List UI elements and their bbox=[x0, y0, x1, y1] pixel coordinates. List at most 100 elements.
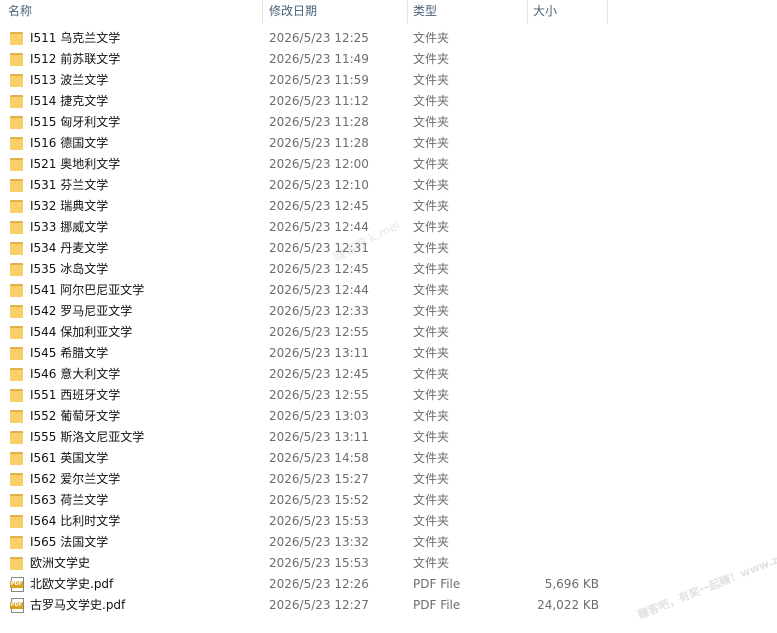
file-row[interactable]: I563 荷兰文学 2026/5/23 15:52 文件夹 bbox=[0, 490, 777, 511]
folder-icon bbox=[10, 388, 25, 403]
file-size bbox=[527, 364, 599, 385]
file-name: I546 意大利文学 bbox=[30, 367, 121, 381]
file-row[interactable]: PDF 北欧文学史.pdf 2026/5/23 12:26 PDF File 5,696… bbox=[0, 574, 777, 595]
file-row[interactable]: I555 斯洛文尼亚文学 2026/5/23 13:11 文件夹 bbox=[0, 427, 777, 448]
file-row[interactable]: I565 法国文学 2026/5/23 13:32 文件夹 bbox=[0, 532, 777, 553]
file-date: 2026/5/23 13:11 bbox=[269, 346, 369, 360]
file-row[interactable]: I521 奥地利文学 2026/5/23 12:00 文件夹 bbox=[0, 154, 777, 175]
file-name: I542 罗马尼亚文学 bbox=[30, 304, 133, 318]
folder-icon bbox=[10, 178, 25, 193]
file-row[interactable]: I561 英国文学 2026/5/23 14:58 文件夹 bbox=[0, 448, 777, 469]
file-size bbox=[527, 385, 599, 406]
file-name: I512 前苏联文学 bbox=[30, 52, 121, 66]
file-name: I551 西班牙文学 bbox=[30, 388, 121, 402]
column-header-type[interactable]: 类型 bbox=[407, 0, 527, 24]
column-divider[interactable] bbox=[607, 0, 608, 24]
file-row[interactable]: I541 阿尔巴尼亚文学 2026/5/23 12:44 文件夹 bbox=[0, 280, 777, 301]
file-size bbox=[527, 280, 599, 301]
folder-icon bbox=[10, 304, 25, 319]
folder-icon bbox=[10, 451, 25, 466]
file-row[interactable]: I514 捷克文学 2026/5/23 11:12 文件夹 bbox=[0, 91, 777, 112]
file-date: 2026/5/23 11:28 bbox=[269, 115, 369, 129]
file-name: 北欧文学史.pdf bbox=[30, 577, 114, 591]
file-size bbox=[527, 196, 599, 217]
file-size bbox=[527, 112, 599, 133]
file-row[interactable]: I515 匈牙利文学 2026/5/23 11:28 文件夹 bbox=[0, 112, 777, 133]
folder-icon bbox=[10, 115, 25, 130]
file-date: 2026/5/23 12:44 bbox=[269, 220, 369, 234]
file-date: 2026/5/23 12:26 bbox=[269, 577, 369, 591]
file-name: I534 丹麦文学 bbox=[30, 241, 109, 255]
folder-icon bbox=[10, 241, 25, 256]
file-size: 5,696 KB bbox=[544, 577, 599, 591]
file-row[interactable]: I512 前苏联文学 2026/5/23 11:49 文件夹 bbox=[0, 49, 777, 70]
file-row[interactable]: I562 爱尔兰文学 2026/5/23 15:27 文件夹 bbox=[0, 469, 777, 490]
folder-icon bbox=[10, 199, 25, 214]
folder-icon bbox=[10, 283, 25, 298]
file-name: I531 芬兰文学 bbox=[30, 178, 109, 192]
file-size bbox=[527, 301, 599, 322]
file-name: I532 瑞典文学 bbox=[30, 199, 109, 213]
file-row[interactable]: I544 保加利亚文学 2026/5/23 12:55 文件夹 bbox=[0, 322, 777, 343]
file-size bbox=[527, 343, 599, 364]
file-row[interactable]: I552 葡萄牙文学 2026/5/23 13:03 文件夹 bbox=[0, 406, 777, 427]
file-row[interactable]: 欧洲文学史 2026/5/23 15:53 文件夹 bbox=[0, 553, 777, 574]
file-date: 2026/5/23 14:58 bbox=[269, 451, 369, 465]
file-size bbox=[527, 238, 599, 259]
file-type: 文件夹 bbox=[413, 472, 450, 486]
file-size bbox=[527, 427, 599, 448]
file-row[interactable]: I511 乌克兰文学 2026/5/23 12:25 文件夹 bbox=[0, 28, 777, 49]
file-name: I535 冰岛文学 bbox=[30, 262, 109, 276]
file-type: 文件夹 bbox=[413, 409, 450, 423]
file-size bbox=[527, 91, 599, 112]
file-type: 文件夹 bbox=[413, 262, 450, 276]
file-date: 2026/5/23 15:52 bbox=[269, 493, 369, 507]
file-date: 2026/5/23 12:55 bbox=[269, 325, 369, 339]
file-type: 文件夹 bbox=[413, 514, 450, 528]
file-date: 2026/5/23 15:27 bbox=[269, 472, 369, 486]
file-name: I544 保加利亚文学 bbox=[30, 325, 133, 339]
file-row[interactable]: I542 罗马尼亚文学 2026/5/23 12:33 文件夹 bbox=[0, 301, 777, 322]
file-row[interactable]: I545 希腊文学 2026/5/23 13:11 文件夹 bbox=[0, 343, 777, 364]
folder-icon bbox=[10, 157, 25, 172]
file-type: 文件夹 bbox=[413, 157, 450, 171]
file-name: I565 法国文学 bbox=[30, 535, 109, 549]
file-row[interactable]: I531 芬兰文学 2026/5/23 12:10 文件夹 bbox=[0, 175, 777, 196]
folder-icon bbox=[10, 535, 25, 550]
file-type: 文件夹 bbox=[413, 283, 450, 297]
file-date: 2026/5/23 12:45 bbox=[269, 199, 369, 213]
folder-icon bbox=[10, 325, 25, 340]
file-name: I552 葡萄牙文学 bbox=[30, 409, 121, 423]
file-size bbox=[527, 406, 599, 427]
file-type: 文件夹 bbox=[413, 199, 450, 213]
file-type: 文件夹 bbox=[413, 430, 450, 444]
file-date: 2026/5/23 12:33 bbox=[269, 304, 369, 318]
file-size: 24,022 KB bbox=[537, 598, 599, 612]
file-name: I545 希腊文学 bbox=[30, 346, 109, 360]
file-date: 2026/5/23 11:49 bbox=[269, 52, 369, 66]
folder-icon bbox=[10, 514, 25, 529]
file-type: 文件夹 bbox=[413, 178, 450, 192]
file-name: 古罗马文学史.pdf bbox=[30, 598, 126, 612]
file-row[interactable]: I516 德国文学 2026/5/23 11:28 文件夹 bbox=[0, 133, 777, 154]
folder-icon bbox=[10, 262, 25, 277]
file-date: 2026/5/23 12:45 bbox=[269, 262, 369, 276]
column-header-date[interactable]: 修改日期 bbox=[262, 0, 407, 24]
file-row[interactable]: I551 西班牙文学 2026/5/23 12:55 文件夹 bbox=[0, 385, 777, 406]
file-row[interactable]: I513 波兰文学 2026/5/23 11:59 文件夹 bbox=[0, 70, 777, 91]
file-size bbox=[527, 175, 599, 196]
folder-icon bbox=[10, 346, 25, 361]
column-header-size[interactable]: 大小 bbox=[527, 0, 607, 24]
file-type: 文件夹 bbox=[413, 493, 450, 507]
file-row[interactable]: I532 瑞典文学 2026/5/23 12:45 文件夹 bbox=[0, 196, 777, 217]
file-row[interactable]: I534 丹麦文学 2026/5/23 12:31 文件夹 bbox=[0, 238, 777, 259]
file-date: 2026/5/23 12:10 bbox=[269, 178, 369, 192]
file-type: 文件夹 bbox=[413, 325, 450, 339]
file-type: 文件夹 bbox=[413, 52, 450, 66]
file-row[interactable]: I535 冰岛文学 2026/5/23 12:45 文件夹 bbox=[0, 259, 777, 280]
column-header-name[interactable]: 名称 bbox=[0, 0, 262, 24]
file-size bbox=[527, 490, 599, 511]
file-date: 2026/5/23 11:12 bbox=[269, 94, 369, 108]
file-row[interactable]: I564 比利时文学 2026/5/23 15:53 文件夹 bbox=[0, 511, 777, 532]
file-row[interactable]: I546 意大利文学 2026/5/23 12:45 文件夹 bbox=[0, 364, 777, 385]
